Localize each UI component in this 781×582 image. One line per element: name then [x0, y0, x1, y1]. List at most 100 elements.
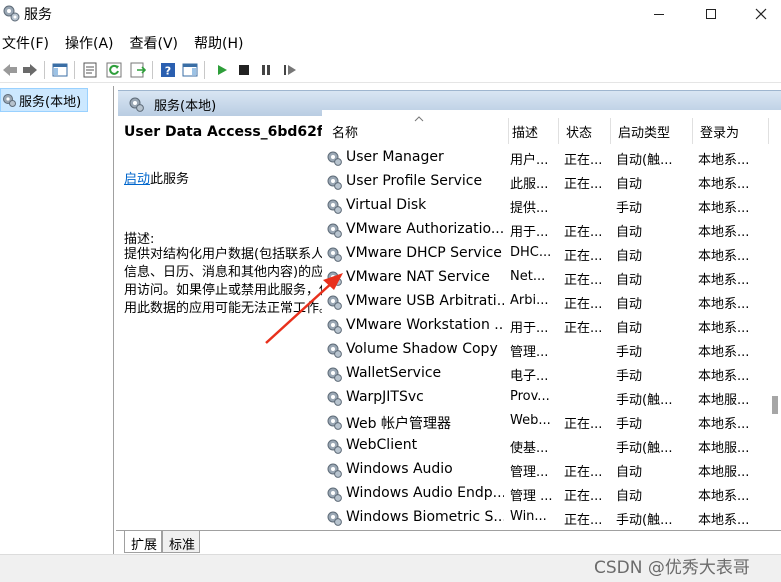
service-gear-icon — [327, 151, 342, 166]
service-row[interactable]: Web 帐户管理器 Web... 正在... 手动 本地系... — [322, 410, 771, 434]
service-startup-type: 自动 — [616, 489, 643, 504]
service-name: WarpJITSvc — [346, 389, 424, 405]
service-row[interactable]: VMware NAT Service Net... 正在... 自动 本地系... — [322, 266, 771, 290]
show-hide-tree-icon[interactable] — [50, 60, 70, 80]
service-logon-as: 本地系... — [698, 369, 750, 384]
services-gear-icon — [3, 5, 20, 22]
service-row[interactable]: VMware Workstation ... 用于... 正在... 自动 本地系... — [322, 314, 771, 338]
column-separator[interactable] — [558, 118, 559, 144]
service-row[interactable]: Windows Biometric S... Win... 正在... 手动(触...… — [322, 506, 771, 530]
console-tree: 服务(本地) — [0, 86, 114, 554]
service-logon-as: 本地服... — [698, 465, 750, 480]
action-pane-icon[interactable] — [180, 60, 200, 80]
help-icon[interactable]: ? — [158, 60, 178, 80]
service-name: Virtual Disk — [346, 197, 427, 213]
tab-extended[interactable]: 扩展 — [124, 531, 163, 553]
service-startup-type: 自动 — [616, 321, 643, 336]
export-list-icon[interactable] — [128, 60, 148, 80]
toolbar-separator — [152, 61, 153, 79]
pause-service-icon[interactable] — [256, 60, 276, 80]
maximize-button[interactable] — [688, 0, 734, 28]
service-status: 正在... — [564, 249, 603, 264]
service-row[interactable]: User Profile Service 此服... 正在... 自动 本地系... — [322, 170, 771, 194]
service-startup-type: 手动 — [616, 345, 643, 360]
service-gear-icon — [327, 343, 342, 358]
service-gear-icon — [327, 199, 342, 214]
tab-standard[interactable]: 标准 — [162, 531, 201, 553]
service-gear-icon — [327, 223, 342, 238]
service-row[interactable]: Volume Shadow Copy 管理... 手动 本地系... — [322, 338, 771, 362]
column-header-description[interactable]: 描述 — [512, 122, 538, 141]
tree-item-services-local[interactable]: 服务(本地) — [0, 88, 88, 112]
service-row[interactable]: VMware Authorizatio... 用于... 正在... 自动 本地系... — [322, 218, 771, 242]
service-startup-type: 自动 — [616, 225, 643, 240]
window-title: 服务 — [24, 7, 52, 23]
service-name: Windows Biometric S... — [346, 509, 504, 525]
service-name: Web 帐户管理器 — [346, 416, 451, 432]
service-row[interactable]: User Manager 用户... 正在... 自动(触... 本地系... — [322, 146, 771, 170]
column-header-status[interactable]: 状态 — [566, 122, 592, 141]
menu-bar: 文件(F) 操作(A) 查看(V) 帮助(H) — [0, 33, 781, 55]
restart-service-icon[interactable] — [280, 60, 300, 80]
column-header-name[interactable]: 名称 — [332, 122, 358, 141]
service-row[interactable]: Windows Audio 管理... 正在... 自动 本地服... — [322, 458, 771, 482]
close-button[interactable] — [738, 0, 781, 28]
start-service-suffix: 此服务 — [150, 172, 190, 187]
service-logon-as: 本地系... — [698, 297, 750, 312]
service-description-panel: User Data Access_6bd62f7 启动此服务 描述: 提供对结构… — [122, 120, 333, 530]
service-row[interactable]: VMware DHCP Service DHC... 正在... 自动 本地系... — [322, 242, 771, 266]
menu-help[interactable]: 帮助(H) — [192, 33, 243, 55]
service-row[interactable]: WarpJITSvc Prov... 手动(触... 本地服... — [322, 386, 771, 410]
service-logon-as: 本地系... — [698, 249, 750, 264]
start-service-link[interactable]: 启动 — [124, 172, 150, 187]
refresh-icon[interactable] — [104, 60, 124, 80]
service-row[interactable]: VMware USB Arbitrati... Arbi... 正在... 自动 本地系… — [322, 290, 771, 314]
svg-text:?: ? — [165, 65, 171, 78]
description-label: 描述: — [124, 232, 155, 247]
menu-file[interactable]: 文件(F) — [0, 33, 49, 55]
service-gear-icon — [327, 295, 342, 310]
properties-icon[interactable] — [80, 60, 100, 80]
column-separator[interactable] — [692, 118, 693, 144]
service-status: 正在... — [564, 321, 603, 336]
service-description: 管理 ... — [510, 489, 553, 504]
service-description: 管理... — [510, 465, 549, 480]
service-row[interactable]: WalletService 电子... 手动 本地系... — [322, 362, 771, 386]
description-text: 提供对结构化用户数据(包括联系人信息、日历、消息和其他内容)的应用访问。如果停止… — [124, 247, 333, 316]
service-gear-icon — [327, 463, 342, 478]
minimize-button[interactable] — [636, 0, 682, 28]
service-startup-type: 手动(触... — [616, 441, 673, 456]
toolbar: ? — [0, 57, 781, 83]
service-row[interactable]: Virtual Disk 提供... 手动 本地系... — [322, 194, 771, 218]
column-separator[interactable] — [610, 118, 611, 144]
forward-arrow-icon[interactable] — [20, 60, 40, 80]
service-name: User Profile Service — [346, 173, 483, 189]
service-description: 电子... — [510, 369, 549, 384]
stop-service-icon[interactable] — [234, 60, 254, 80]
service-description: Prov... — [510, 389, 550, 404]
service-startup-type: 自动 — [616, 273, 643, 288]
vertical-scrollbar[interactable] — [769, 120, 781, 530]
close-icon — [755, 8, 767, 20]
service-logon-as: 本地系... — [698, 321, 750, 336]
service-startup-type: 自动 — [616, 297, 643, 312]
service-logon-as: 本地系... — [698, 177, 750, 192]
column-header-startup-type[interactable]: 启动类型 — [618, 122, 670, 141]
service-row[interactable]: Windows Audio Endp... 管理 ... 正在... 自动 本地系... — [322, 482, 771, 506]
service-gear-icon — [327, 319, 342, 334]
service-description: 用于... — [510, 321, 549, 336]
start-service-icon[interactable] — [212, 60, 232, 80]
back-arrow-icon[interactable] — [0, 60, 20, 80]
services-pane: 服务(本地) User Data Access_6bd62f7 启动此服务 描述… — [116, 86, 781, 554]
service-logon-as: 本地服... — [698, 393, 750, 408]
service-description: 管理... — [510, 345, 549, 360]
service-gear-icon — [327, 247, 342, 262]
service-logon-as: 本地系... — [698, 345, 750, 360]
scrollbar-thumb[interactable] — [772, 396, 778, 414]
service-row[interactable]: WebClient 使基... 手动(触... 本地服... — [322, 434, 771, 458]
service-startup-type: 自动 — [616, 249, 643, 264]
menu-action[interactable]: 操作(A) — [63, 33, 114, 55]
column-header-logon-as[interactable]: 登录为 — [700, 122, 739, 141]
column-separator[interactable] — [508, 118, 509, 144]
menu-view[interactable]: 查看(V) — [128, 33, 179, 55]
